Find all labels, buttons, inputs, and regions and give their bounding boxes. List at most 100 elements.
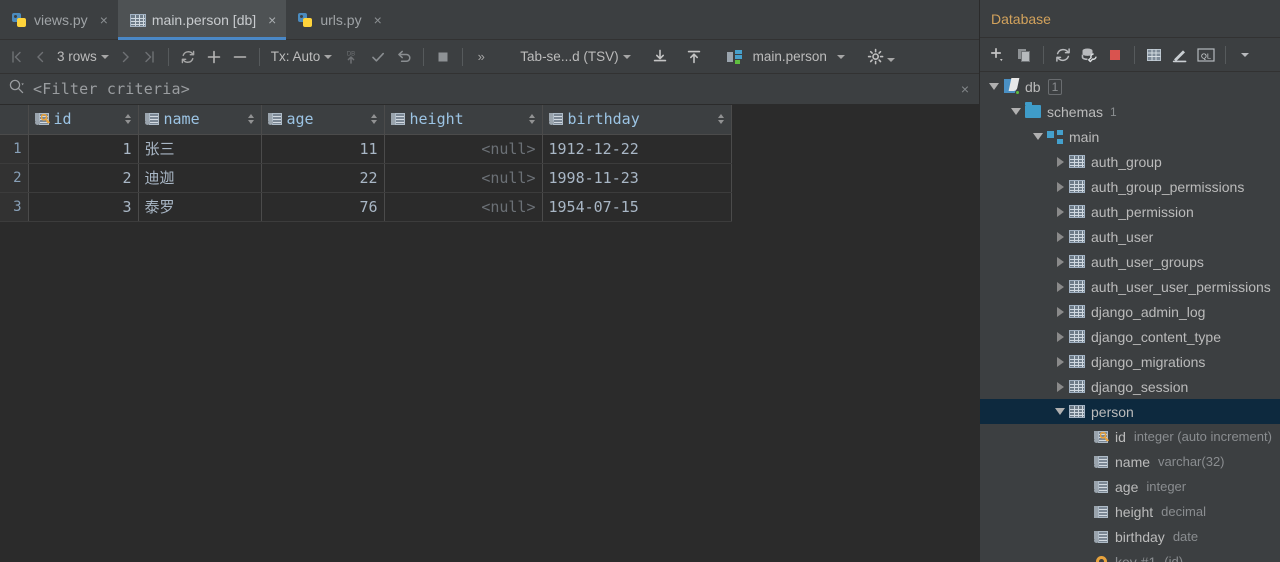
toolbar-overflow-button[interactable]: »	[469, 44, 493, 70]
tree-node-django-content-type[interactable]: django_content_type	[980, 324, 1280, 349]
editor-tab-urls-py[interactable]: urls.py ×	[286, 0, 391, 40]
first-page-button[interactable]	[4, 44, 28, 70]
cell-birthday[interactable]: 1998-11-23	[542, 163, 732, 193]
cell-birthday[interactable]: 1912-12-22	[542, 134, 732, 164]
commit-button[interactable]	[365, 44, 391, 70]
chevron-right-icon[interactable]	[1052, 206, 1068, 217]
cell-age[interactable]: 11	[261, 134, 385, 164]
stop-square-icon[interactable]	[1102, 42, 1128, 68]
export-data-button[interactable]	[680, 44, 708, 70]
tree-node-column-age[interactable]: age integer	[980, 474, 1280, 499]
tree-node-column-birthday[interactable]: birthday date	[980, 524, 1280, 549]
table-row[interactable]: 3 3 泰罗 76 <null> 1954-07-15	[0, 192, 732, 222]
chevron-down-icon[interactable]	[1232, 42, 1258, 68]
chevron-right-icon[interactable]	[1052, 156, 1068, 167]
tree-node-auth-user-groups[interactable]: auth_user_groups	[980, 249, 1280, 274]
delete-row-button[interactable]	[227, 44, 253, 70]
tree-node-db[interactable]: db 1	[980, 74, 1280, 99]
cell-id[interactable]: 2	[28, 163, 139, 193]
close-icon[interactable]: ×	[961, 81, 971, 97]
stop-button[interactable]	[430, 44, 456, 70]
cell-id[interactable]: 1	[28, 134, 139, 164]
tree-node-auth-group-permissions[interactable]: auth_group_permissions	[980, 174, 1280, 199]
tree-node-main[interactable]: main	[980, 124, 1280, 149]
add-row-button[interactable]	[201, 44, 227, 70]
chevron-right-icon[interactable]	[1052, 356, 1068, 367]
refresh-icon[interactable]	[1050, 42, 1076, 68]
tree-node-django-migrations[interactable]: django_migrations	[980, 349, 1280, 374]
cell-height[interactable]: <null>	[384, 163, 543, 193]
import-data-button[interactable]	[646, 44, 674, 70]
output-format-selector[interactable]: Tab-se...d (TSV)	[515, 44, 635, 70]
cell-name[interactable]: 张三	[138, 134, 262, 164]
tree-node-django-session[interactable]: django_session	[980, 374, 1280, 399]
table-row[interactable]: 2 2 迪迦 22 <null> 1998-11-23	[0, 163, 732, 193]
add-data-source-button[interactable]	[985, 42, 1011, 68]
close-icon[interactable]: ×	[374, 13, 382, 27]
chevron-down-icon[interactable]	[986, 83, 1002, 90]
rollback-button[interactable]	[391, 44, 417, 70]
submit-to-database-button[interactable]: DB	[337, 44, 365, 70]
chevron-down-icon[interactable]	[1030, 133, 1046, 140]
chevron-right-icon[interactable]	[1052, 281, 1068, 292]
cell-height[interactable]: <null>	[384, 134, 543, 164]
column-header-age[interactable]: age	[261, 105, 385, 135]
tree-node-auth-permission[interactable]: auth_permission	[980, 199, 1280, 224]
chevron-right-icon[interactable]	[1052, 256, 1068, 267]
row-count-selector[interactable]: 3 rows	[52, 44, 114, 70]
cell-birthday[interactable]: 1954-07-15	[542, 192, 732, 222]
chevron-right-icon[interactable]	[1052, 331, 1068, 342]
transaction-mode-selector[interactable]: Tx: Auto	[266, 44, 338, 70]
table-row[interactable]: 1 1 张三 11 <null> 1912-12-22	[0, 134, 732, 164]
chevron-down-icon[interactable]	[1052, 408, 1068, 415]
chevron-down-icon[interactable]	[1008, 108, 1024, 115]
chevron-right-icon[interactable]	[1052, 181, 1068, 192]
table-editor-icon[interactable]	[1141, 42, 1167, 68]
tree-node-column-height[interactable]: height decimal	[980, 499, 1280, 524]
column-header-name[interactable]: name	[138, 105, 262, 135]
chevron-right-icon[interactable]	[1052, 231, 1068, 242]
previous-page-button[interactable]	[28, 44, 52, 70]
column-header-id[interactable]: id	[28, 105, 139, 135]
search-icon[interactable]	[8, 78, 25, 100]
column-header-height[interactable]: height	[384, 105, 543, 135]
chevron-right-icon[interactable]	[1052, 306, 1068, 317]
filter-bar[interactable]: <Filter criteria> ×	[0, 74, 979, 105]
cell-age[interactable]: 76	[261, 192, 385, 222]
db-wrench-icon[interactable]	[1076, 42, 1102, 68]
tree-node-column-id[interactable]: id integer (auto increment)	[980, 424, 1280, 449]
tree-node-column-name[interactable]: name varchar(32)	[980, 449, 1280, 474]
editor-tab-main-person-db[interactable]: main.person [db] ×	[117, 0, 287, 40]
sort-toggle-icon[interactable]	[717, 113, 725, 125]
copy-icon[interactable]	[1011, 42, 1037, 68]
tree-node-auth-group[interactable]: auth_group	[980, 149, 1280, 174]
close-icon[interactable]: ×	[100, 13, 108, 27]
cell-name[interactable]: 迪迦	[138, 163, 262, 193]
reload-button[interactable]	[175, 44, 201, 70]
sort-toggle-icon[interactable]	[528, 113, 536, 125]
settings-button[interactable]	[862, 44, 900, 70]
column-header-birthday[interactable]: birthday	[542, 105, 732, 135]
cell-age[interactable]: 22	[261, 163, 385, 193]
tree-node-schemas[interactable]: schemas 1	[980, 99, 1280, 124]
tree-node-person[interactable]: person	[980, 399, 1280, 424]
sort-toggle-icon[interactable]	[247, 113, 255, 125]
editor-tab-views-py[interactable]: views.py ×	[0, 0, 118, 40]
next-page-button[interactable]	[114, 44, 138, 70]
close-icon[interactable]: ×	[268, 13, 276, 27]
cell-id[interactable]: 3	[28, 192, 139, 222]
cell-name[interactable]: 泰罗	[138, 192, 262, 222]
sort-toggle-icon[interactable]	[370, 113, 378, 125]
tree-node-auth-user[interactable]: auth_user	[980, 224, 1280, 249]
chevron-right-icon[interactable]	[1052, 381, 1068, 392]
tree-node-auth-user-user-permissions[interactable]: auth_user_user_permissions	[980, 274, 1280, 299]
last-page-button[interactable]	[138, 44, 162, 70]
tree-node-django-admin-log[interactable]: django_admin_log	[980, 299, 1280, 324]
edit-pencil-icon[interactable]	[1167, 42, 1193, 68]
tree-node-key-1[interactable]: key #1 (id)	[980, 549, 1280, 562]
cell-height[interactable]: <null>	[384, 192, 543, 222]
sort-toggle-icon[interactable]	[124, 113, 132, 125]
filter-input[interactable]: <Filter criteria>	[33, 80, 190, 98]
schema-selector[interactable]: main.person	[722, 44, 850, 70]
ql-console-icon[interactable]: QL	[1193, 42, 1219, 68]
